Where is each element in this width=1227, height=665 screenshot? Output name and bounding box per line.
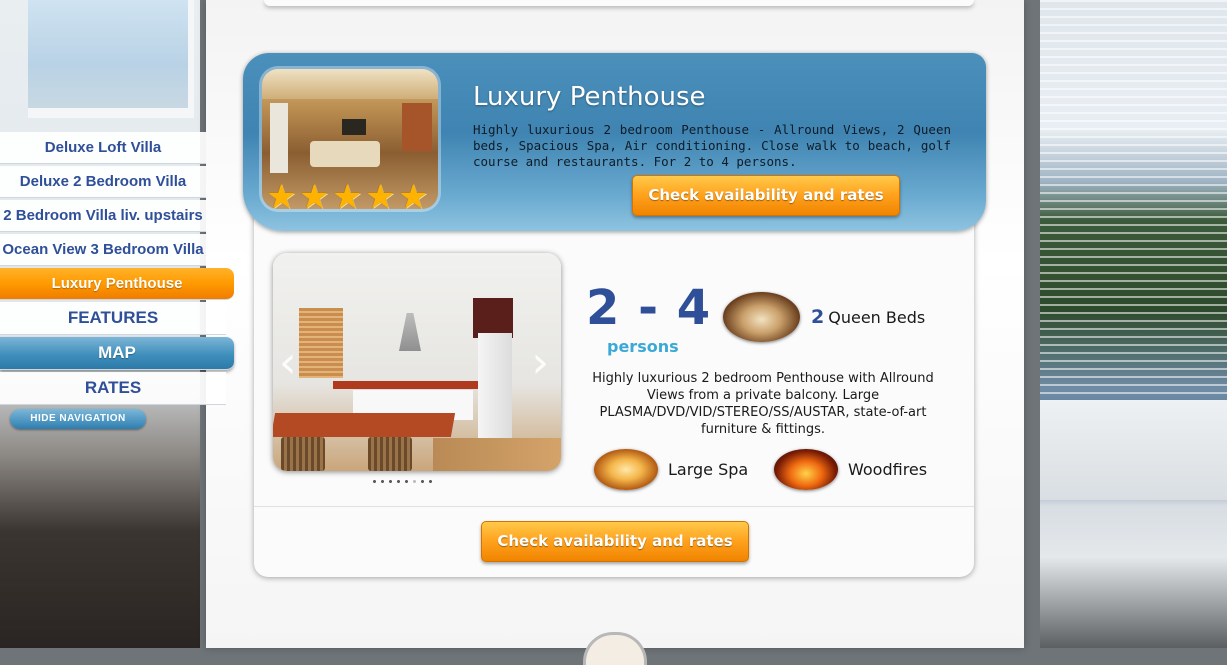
background-window (28, 0, 194, 118)
nav-features[interactable]: FEATURES (0, 302, 226, 335)
gallery-dot-active[interactable] (413, 480, 416, 483)
gallery-dot[interactable] (373, 480, 376, 483)
star-icon: ★ (398, 177, 429, 217)
gallery-prev-icon[interactable]: ‹ (279, 341, 297, 385)
nav-deluxe-loft-villa[interactable]: Deluxe Loft Villa (0, 132, 206, 164)
divider (254, 506, 974, 507)
nav-rates[interactable]: RATES (0, 372, 226, 405)
fire-icon (774, 449, 838, 490)
rating-stars: ★ ★ ★ ★ ★ (266, 177, 429, 217)
star-icon: ★ (365, 177, 396, 217)
gallery-next-icon[interactable]: › (531, 341, 549, 385)
spa-icon (594, 449, 658, 490)
gallery-dot[interactable] (429, 480, 432, 483)
gallery-dot[interactable] (397, 480, 400, 483)
spa-label: Large Spa (668, 460, 749, 479)
woodfires-label: Woodfires (848, 460, 928, 479)
hide-navigation-button[interactable]: HIDE NAVIGATION (10, 409, 146, 429)
nav-luxury-penthouse[interactable]: Luxury Penthouse (0, 268, 234, 300)
gallery-dot[interactable] (421, 480, 424, 483)
property-title: Luxury Penthouse (473, 82, 706, 112)
nav-ocean-view-3-bedroom-villa[interactable]: Ocean View 3 Bedroom Villa (0, 234, 206, 266)
bed-icon (723, 292, 800, 342)
beds-feature: 2 Queen Beds (811, 306, 925, 328)
side-navigation: Deluxe Loft Villa Deluxe 2 Bedroom Villa… (0, 132, 234, 407)
star-icon: ★ (266, 177, 297, 217)
beds-count: 2 (811, 306, 825, 328)
beds-label: Queen Beds (828, 308, 926, 327)
persons-range: 2 - 4 (586, 280, 712, 336)
check-availability-button-bottom[interactable]: Check availability and rates (481, 521, 749, 562)
background-bed (1040, 400, 1227, 500)
property-summary: Highly luxurious 2 bedroom Penthouse - A… (473, 122, 951, 169)
photo-gallery: ‹ › (273, 253, 561, 471)
check-availability-button-top[interactable]: Check availability and rates (632, 175, 900, 216)
previous-card-edge (264, 0, 974, 6)
star-icon: ★ (299, 177, 330, 217)
star-icon: ★ (332, 177, 363, 217)
persons-label: persons (607, 337, 679, 356)
property-description: Highly luxurious 2 bedroom Penthouse wit… (592, 371, 934, 437)
nav-map[interactable]: MAP (0, 337, 234, 370)
gallery-dot[interactable] (405, 480, 408, 483)
gallery-pagination (373, 480, 432, 483)
nav-deluxe-2-bedroom-villa[interactable]: Deluxe 2 Bedroom Villa (0, 166, 206, 198)
background-blinds (1040, 0, 1227, 400)
nav-2-bedroom-villa-upstairs[interactable]: 2 Bedroom Villa liv. upstairs (0, 200, 206, 232)
gallery-dot[interactable] (381, 480, 384, 483)
gallery-dot[interactable] (389, 480, 392, 483)
